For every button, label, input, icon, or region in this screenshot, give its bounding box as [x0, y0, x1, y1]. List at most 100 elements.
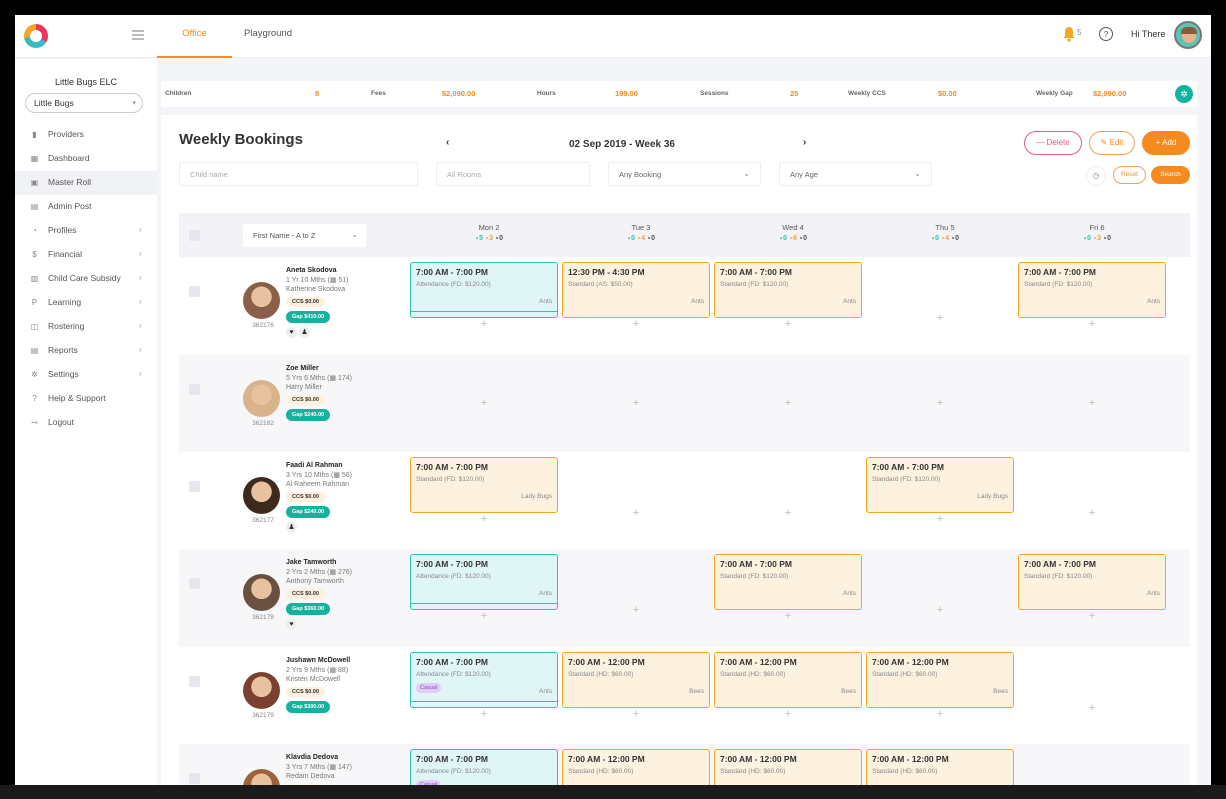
delete-button[interactable]: — Delete	[1024, 131, 1082, 155]
bell-icon[interactable]	[1062, 26, 1076, 42]
app-logo[interactable]	[24, 24, 48, 48]
clock-icon[interactable]: ◷	[1086, 166, 1106, 186]
add-booking-plus-icon[interactable]: +	[626, 397, 646, 409]
row-checkbox[interactable]	[189, 578, 200, 589]
booking-card[interactable]: 7:00 AM - 7:00 PM Attendance (FD: $120.0…	[410, 262, 558, 318]
add-booking-plus-icon[interactable]: +	[626, 708, 646, 720]
add-booking-plus-icon[interactable]: +	[930, 312, 950, 324]
add-booking-plus-icon[interactable]: +	[1082, 397, 1102, 409]
sidebar-item-child-care-subsidy[interactable]: ▥ Child Care Subsidy ›	[15, 267, 157, 291]
child-name[interactable]: Aneta Skodova	[286, 267, 349, 274]
child-avatar[interactable]	[243, 477, 280, 514]
add-booking-plus-icon[interactable]: +	[1082, 702, 1102, 714]
sidebar-item-dashboard[interactable]: ▦ Dashboard	[15, 147, 157, 171]
menu-toggle-icon[interactable]	[132, 30, 144, 40]
add-booking-plus-icon[interactable]: +	[1082, 610, 1102, 622]
rooms-field[interactable]	[436, 162, 590, 186]
search-button[interactable]: Search	[1151, 166, 1190, 184]
sidebar-item-reports[interactable]: ▤ Reports ›	[15, 339, 157, 363]
child-avatar[interactable]	[243, 574, 280, 611]
booking-card[interactable]: 12:30 PM - 4:30 PM Standard (AS: $50.00)…	[562, 262, 710, 318]
child-name-field[interactable]	[179, 162, 418, 186]
child-name[interactable]: Jake Tamworth	[286, 559, 352, 566]
booking-card[interactable]: 7:00 AM - 7:00 PM Standard (FD: $120.00)…	[1018, 554, 1166, 610]
child-name[interactable]: Faadi Al Rahman	[286, 462, 352, 469]
sidebar-item-settings[interactable]: ✲ Settings ›	[15, 363, 157, 387]
child-name[interactable]: Zoe Miller	[286, 365, 352, 372]
row-checkbox[interactable]	[189, 286, 200, 297]
add-booking-plus-icon[interactable]: +	[474, 708, 494, 720]
user-avatar[interactable]	[1174, 21, 1202, 49]
sidebar-item-help-support[interactable]: ? Help & Support	[15, 387, 157, 411]
org-select[interactable]: Little Bugs ▾	[25, 93, 143, 113]
booking-card[interactable]: 7:00 AM - 12:00 PM Standard (HD: $60.00)…	[562, 749, 710, 785]
add-booking-plus-icon[interactable]: +	[930, 604, 950, 616]
booking-card[interactable]: 7:00 AM - 7:00 PM Attendance (FD: $120.0…	[410, 749, 558, 785]
sidebar-item-logout[interactable]: ⊸ Logout	[15, 411, 157, 435]
sidebar-item-financial[interactable]: $ Financial ›	[15, 243, 157, 267]
child-avatar[interactable]	[243, 380, 280, 417]
add-booking-plus-icon[interactable]: +	[930, 708, 950, 720]
prev-week-button[interactable]: ‹	[446, 137, 449, 148]
booking-type-select[interactable]: Any Booking ⌄	[608, 162, 761, 186]
booking-card[interactable]: 7:00 AM - 7:00 PM Standard (FD: $120.00)…	[714, 554, 862, 610]
sidebar-item-profiles[interactable]: ◔ Profiles ›	[15, 219, 157, 243]
booking-card[interactable]: 7:00 AM - 12:00 PM Standard (HD: $60.00)…	[866, 652, 1014, 708]
add-booking-plus-icon[interactable]: +	[930, 397, 950, 409]
booking-card[interactable]: 7:00 AM - 12:00 PM Standard (HD: $60.00)…	[562, 652, 710, 708]
settings-gear-button[interactable]: ✲	[1175, 85, 1193, 103]
edit-button[interactable]: ✎ Edit	[1089, 131, 1135, 155]
booking-card[interactable]: 7:00 AM - 7:00 PM Standard (FD: $120.00)…	[410, 457, 558, 513]
booking-room: Ants	[842, 298, 856, 305]
sidebar-item-providers[interactable]: ▮ Providers	[15, 123, 157, 147]
sidebar-item-admin-post[interactable]: ▤ Admin Post	[15, 195, 157, 219]
sidebar-item-learning[interactable]: P Learning ›	[15, 291, 157, 315]
row-checkbox[interactable]	[189, 384, 200, 395]
add-booking-plus-icon[interactable]: +	[778, 397, 798, 409]
roll-icon: ▣	[30, 178, 39, 187]
add-booking-plus-icon[interactable]: +	[626, 318, 646, 330]
add-booking-plus-icon[interactable]: +	[474, 397, 494, 409]
booking-card[interactable]: 7:00 AM - 7:00 PM Standard (FD: $120.00)…	[1018, 262, 1166, 318]
booking-card[interactable]: 7:00 AM - 7:00 PM Standard (FD: $120.00)…	[866, 457, 1014, 513]
booking-card[interactable]: 7:00 AM - 7:00 PM Standard (FD: $120.00)…	[714, 262, 862, 318]
sidebar-item-rostering[interactable]: ◫ Rostering ›	[15, 315, 157, 339]
booking-card[interactable]: 7:00 AM - 7:00 PM Attendance (FD: $120.0…	[410, 554, 558, 610]
row-checkbox[interactable]	[189, 773, 200, 784]
help-chat-icon[interactable]: ?	[1098, 26, 1114, 42]
child-avatar[interactable]	[243, 672, 280, 709]
sidebar-item-master-roll[interactable]: ▣ Master Roll	[15, 171, 157, 195]
row-checkbox[interactable]	[189, 676, 200, 687]
add-booking-plus-icon[interactable]: +	[474, 513, 494, 525]
child-name[interactable]: Jushawn McDowell	[286, 657, 350, 664]
reset-button[interactable]: Reset	[1113, 166, 1146, 184]
add-booking-plus-icon[interactable]: +	[1082, 507, 1102, 519]
child-avatar[interactable]	[243, 769, 280, 785]
sort-select[interactable]: First Name - A to Z ⌄	[243, 224, 366, 247]
select-all-checkbox[interactable]	[189, 230, 200, 241]
add-booking-plus-icon[interactable]: +	[626, 507, 646, 519]
row-checkbox[interactable]	[189, 481, 200, 492]
add-booking-plus-icon[interactable]: +	[1082, 318, 1102, 330]
child-name-input[interactable]	[190, 170, 407, 179]
child-avatar[interactable]	[243, 282, 280, 319]
add-booking-plus-icon[interactable]: +	[778, 507, 798, 519]
tab-playground[interactable]: Playground	[235, 15, 301, 58]
next-week-button[interactable]: ›	[803, 137, 806, 148]
age-select[interactable]: Any Age ⌄	[779, 162, 932, 186]
rooms-input[interactable]	[447, 170, 579, 179]
booking-card[interactable]: 7:00 AM - 12:00 PM Standard (HD: $60.00)…	[714, 652, 862, 708]
booking-card[interactable]: 7:00 AM - 12:00 PM Standard (HD: $60.00)…	[866, 749, 1014, 785]
add-booking-plus-icon[interactable]: +	[778, 708, 798, 720]
child-name[interactable]: Klavdia Dedova	[286, 754, 352, 761]
add-booking-plus-icon[interactable]: +	[474, 318, 494, 330]
add-booking-plus-icon[interactable]: +	[930, 513, 950, 525]
add-button[interactable]: + Add	[1142, 131, 1190, 155]
add-booking-plus-icon[interactable]: +	[474, 610, 494, 622]
booking-card[interactable]: 7:00 AM - 7:00 PM Attendance (FD: $120.0…	[410, 652, 558, 708]
add-booking-plus-icon[interactable]: +	[778, 610, 798, 622]
add-booking-plus-icon[interactable]: +	[626, 604, 646, 616]
tab-office[interactable]: Office	[157, 15, 232, 58]
add-booking-plus-icon[interactable]: +	[778, 318, 798, 330]
booking-card[interactable]: 7:00 AM - 12:00 PM Standard (HD: $60.00)…	[714, 749, 862, 785]
